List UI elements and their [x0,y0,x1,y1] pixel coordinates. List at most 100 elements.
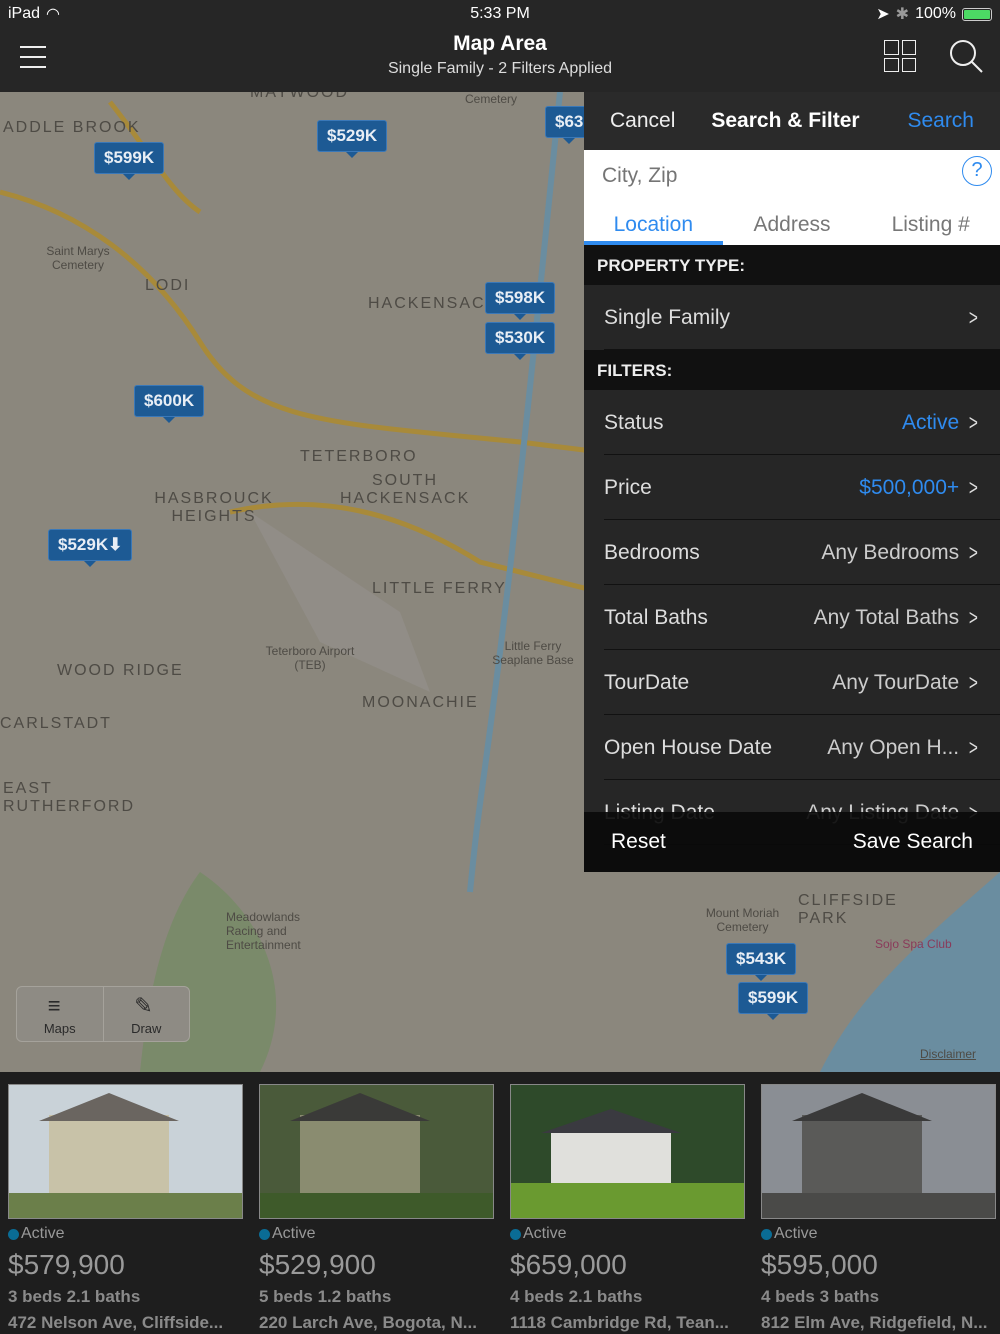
filter-row-status[interactable]: Status Active > [584,390,1000,455]
filter-row-bedrooms[interactable]: Bedrooms Any Bedrooms > [584,520,1000,585]
price-pin[interactable]: $529K [317,120,388,158]
price-pin[interactable]: $543K [726,943,797,981]
map-label: LITTLE FERRY [372,580,507,597]
listing-status: Active [272,1225,316,1242]
chevron-right-icon: > [969,474,979,500]
price-pin[interactable]: $529K⬇ [48,529,133,567]
maps-button[interactable]: ≡ Maps [17,987,104,1041]
listing-status: Active [774,1225,818,1242]
listing-photo [8,1084,243,1219]
maps-label: Maps [43,1021,76,1036]
filter-value: Any Bedrooms [821,540,960,564]
filter-row-tour-date[interactable]: TourDate Any TourDate > [584,650,1000,715]
panel-header: Cancel Search & Filter Search [584,92,1000,150]
map-label: LODI [145,277,191,294]
map-label: TETERBORO [300,448,418,465]
map-label: CARLSTADT [0,715,112,732]
listing-beds-baths: 4 beds 2.1 baths [510,1287,643,1306]
listing-photo [761,1084,996,1219]
price-pin[interactable]: $599K [738,982,809,1020]
map-controls: ≡ Maps ✎ Draw [16,986,190,1042]
search-icon[interactable] [948,38,984,74]
search-field-container: ? [584,150,1000,205]
listing-card[interactable]: Active $529,900 5 beds 1.2 baths 220 Lar… [259,1084,494,1333]
nav-bar: Map Area Single Family - 2 Filters Appli… [0,28,1000,92]
map-label: Little Ferry Seaplane Base [492,639,574,667]
filter-row-price[interactable]: Price $500,000+ > [584,455,1000,520]
filter-label: TourDate [604,670,690,694]
map-label: CLIFFSIDE PARK [798,892,898,927]
page-subtitle: Single Family - 2 Filters Applied [387,60,613,77]
listing-card[interactable]: Active $579,900 3 beds 2.1 baths 472 Nel… [8,1084,243,1333]
city-zip-input[interactable] [602,164,932,188]
listing-address: 472 Nelson Ave, Cliffside... [8,1313,224,1332]
clock: 5:33 PM [470,5,530,22]
chevron-right-icon: > [969,669,979,695]
listing-card[interactable]: Active $595,000 4 beds 3 baths 812 Elm A… [761,1084,996,1333]
panel-footer: Reset Save Search [584,812,1000,872]
map-label: Saint Marys Cemetery [46,244,110,272]
tab-address[interactable]: Address [723,205,862,245]
map-label: WOOD RIDGE [57,662,184,679]
filter-label: Price [604,475,652,499]
listing-price: $595,000 [761,1249,878,1280]
price-pin[interactable]: $599K [94,142,165,180]
map-label: HACKENSAC [368,295,486,312]
price-pin[interactable]: $530K [485,322,556,360]
help-icon[interactable]: ? [962,156,992,186]
property-type-value: Single Family [604,305,731,329]
chevron-right-icon: > [969,304,979,330]
map-label: Mount Moriah Cemetery [705,906,780,934]
listing-photo [259,1084,494,1219]
map-label: ADDLE BROOK [3,119,141,136]
listing-price: $659,000 [510,1249,627,1280]
reset-button[interactable]: Reset [611,830,666,854]
draw-label: Draw [131,1021,162,1036]
page-title: Map Area [453,32,547,55]
search-filter-panel: Cancel Search & Filter Search ? Location… [584,92,1000,872]
chevron-right-icon: > [969,734,979,760]
status-dot [259,1228,270,1240]
chevron-right-icon: > [969,539,979,565]
map-label: EAST RUTHERFORD [3,780,135,815]
map-label: Meadowlands Racing and Entertainment [226,910,301,952]
listing-address: 220 Larch Ave, Bogota, N... [259,1313,477,1332]
map-label: Cemetery [465,92,518,106]
map-label: Sojo Spa Club [875,937,952,951]
listing-card[interactable]: Active $659,000 4 beds 2.1 baths 1118 Ca… [510,1084,745,1333]
draw-button[interactable]: ✎ Draw [104,987,190,1041]
listing-status: Active [523,1225,567,1242]
filter-label: Open House Date [604,735,773,759]
filter-value: $500,000+ [859,475,960,499]
listing-address: 812 Elm Ave, Ridgefield, N... [761,1313,988,1332]
price-pin[interactable]: $600K [134,385,205,423]
listing-beds-baths: 5 beds 1.2 baths [259,1287,392,1306]
listing-beds-baths: 4 beds 3 baths [761,1287,880,1306]
price-pin[interactable]: $598K [485,282,556,320]
property-type-row[interactable]: Single Family > [584,285,1000,350]
status-bar: iPad ◠ 5:33 PM ➤ ✱ 100% [0,0,1000,28]
filter-value: Any Open H... [827,735,960,759]
filters-header: FILTERS: [584,350,1000,390]
listing-status: Active [21,1225,65,1242]
filter-row-open-house-date[interactable]: Open House Date Any Open H... > [584,715,1000,780]
listing-carousel[interactable]: Active $579,900 3 beds 2.1 baths 472 Nel… [0,1072,1000,1334]
chevron-right-icon: > [969,604,979,630]
filter-label: Total Baths [604,605,708,629]
search-button[interactable]: Search [907,109,974,133]
chevron-right-icon: > [969,409,979,435]
grid-view-icon[interactable] [884,40,916,72]
disclaimer-link[interactable]: Disclaimer [920,1047,976,1061]
cancel-button[interactable]: Cancel [610,109,675,133]
filter-label: Status [604,410,664,434]
map-label: Teterboro Airport (TEB) [265,644,355,672]
status-dot [761,1228,772,1240]
save-search-button[interactable]: Save Search [853,830,973,854]
map-label: MOONACHIE [362,694,479,711]
tab-location[interactable]: Location [584,205,723,245]
filter-row-total-baths[interactable]: Total Baths Any Total Baths > [584,585,1000,650]
layers-icon: ≡ [47,993,61,1018]
listing-beds-baths: 3 beds 2.1 baths [8,1287,141,1306]
tab-listing-number[interactable]: Listing # [861,205,1000,245]
listing-photo [510,1084,745,1219]
